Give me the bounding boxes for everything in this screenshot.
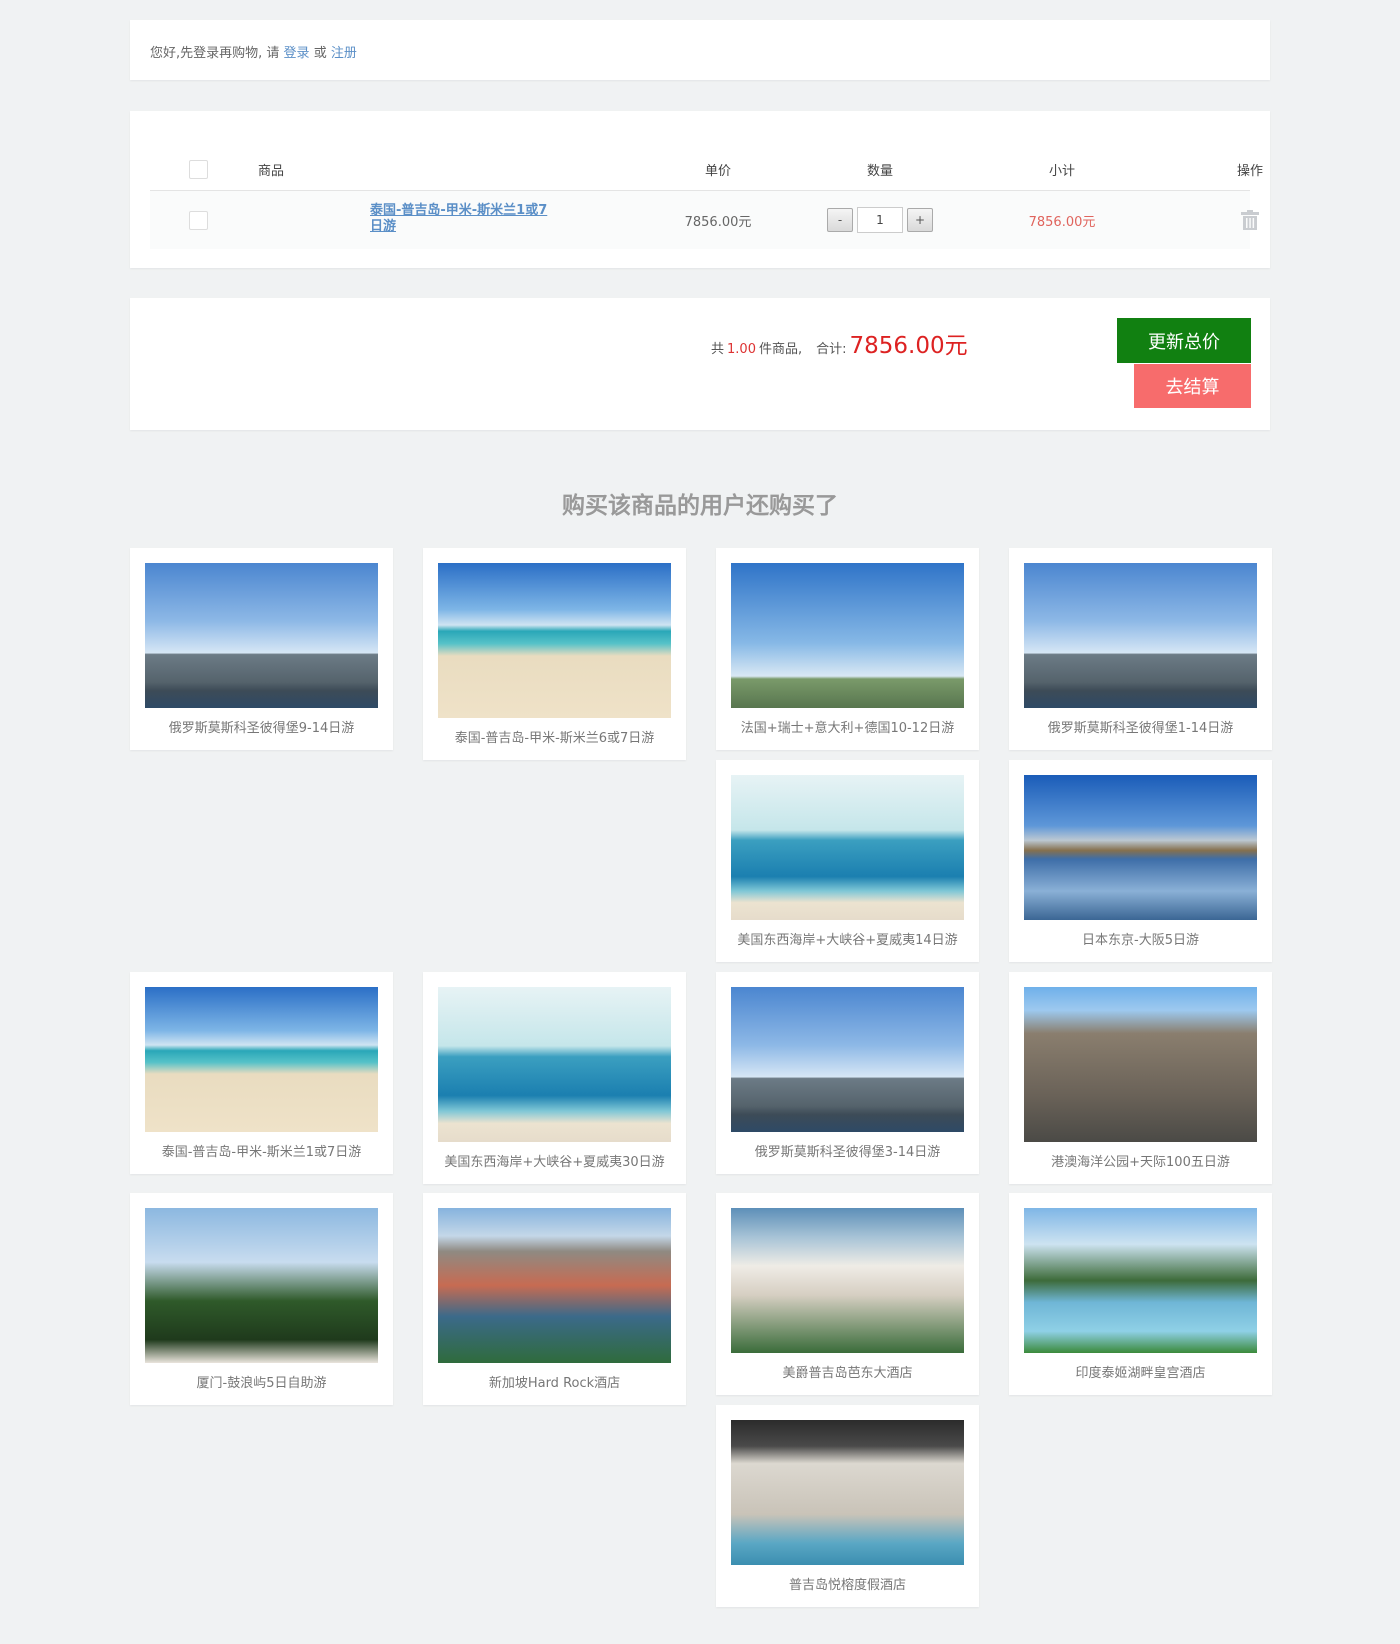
recommendation-image[interactable] xyxy=(438,563,671,718)
recommendation-image[interactable] xyxy=(731,987,964,1132)
cart-item-row: 泰国-普吉岛-甲米-斯米兰1或7日游 7856.00元 - + 7856.00元 xyxy=(150,191,1259,249)
recommendation-card[interactable]: 俄罗斯莫斯科圣彼得堡1-14日游 xyxy=(1009,548,1272,750)
cart-item-subtotal: 7856.00元 xyxy=(1028,214,1096,230)
recommendation-card[interactable]: 港澳海洋公园+天际100五日游 xyxy=(1009,972,1272,1184)
recommendation-caption[interactable]: 日本东京-大阪5日游 xyxy=(1009,929,1272,948)
recommendation-card[interactable]: 新加坡Hard Rock酒店 xyxy=(423,1193,686,1405)
item-select-cell xyxy=(189,191,208,249)
update-total-button[interactable]: 更新总价 xyxy=(1117,318,1251,363)
select-all-checkbox[interactable] xyxy=(189,160,208,179)
register-link[interactable]: 注册 xyxy=(331,46,357,61)
recommendation-image[interactable] xyxy=(145,1208,378,1363)
cart-item-price: 7856.00元 xyxy=(684,214,752,230)
recommendation-caption[interactable]: 俄罗斯莫斯科圣彼得堡3-14日游 xyxy=(716,1141,979,1160)
recommendation-image[interactable] xyxy=(731,1420,964,1565)
recommendation-card[interactable]: 美国东西海岸+大峡谷+夏威夷14日游 xyxy=(716,760,979,962)
recommendation-caption[interactable]: 美爵普吉岛芭东大酒店 xyxy=(716,1362,979,1381)
quantity-stepper: - + xyxy=(810,191,950,249)
delete-cell xyxy=(1210,191,1290,249)
recommendation-caption[interactable]: 新加坡Hard Rock酒店 xyxy=(423,1372,686,1391)
recommendation-card[interactable]: 俄罗斯莫斯科圣彼得堡3-14日游 xyxy=(716,972,979,1174)
recommendation-caption[interactable]: 港澳海洋公园+天际100五日游 xyxy=(1009,1151,1272,1170)
recommendation-caption[interactable]: 美国东西海岸+大峡谷+夏威夷14日游 xyxy=(716,929,979,948)
login-notice: 您好,先登录再购物, 请 登录 或 注册 xyxy=(130,20,1270,80)
recommendation-card[interactable]: 日本东京-大阪5日游 xyxy=(1009,760,1272,962)
recommendation-image[interactable] xyxy=(438,1208,671,1363)
recommendation-card[interactable]: 厦门-鼓浪屿5日自助游 xyxy=(130,1193,393,1405)
recommendation-card[interactable]: 普吉岛悦榕度假酒店 xyxy=(716,1405,979,1607)
select-all-cell xyxy=(189,149,208,190)
header-product: 商品 xyxy=(258,164,285,179)
recommendation-image[interactable] xyxy=(145,987,378,1132)
recommendation-caption[interactable]: 普吉岛悦榕度假酒店 xyxy=(716,1574,979,1593)
cart-summary: 共 1.00 件商品, 合计: 7856.00元 更新总价 去结算 xyxy=(130,298,1270,430)
recommendation-caption[interactable]: 法国+瑞士+意大利+德国10-12日游 xyxy=(716,717,979,736)
recommendation-caption[interactable]: 俄罗斯莫斯科圣彼得堡1-14日游 xyxy=(1009,717,1272,736)
quantity-input[interactable] xyxy=(857,207,903,233)
summary-total-label: 合计: xyxy=(816,342,847,357)
item-checkbox[interactable] xyxy=(189,210,208,230)
recommendation-image[interactable] xyxy=(1024,563,1257,708)
recommendation-caption[interactable]: 泰国-普吉岛-甲米-斯米兰1或7日游 xyxy=(130,1141,393,1160)
recommendation-image[interactable] xyxy=(731,1208,964,1353)
cart-item-name[interactable]: 泰国-普吉岛-甲米-斯米兰1或7日游 xyxy=(370,203,550,235)
cart-table: 商品 单价 数量 小计 操作 泰国-普吉岛-甲米-斯米兰1或7日游 7856.0… xyxy=(130,111,1270,268)
summary-count-prefix: 共 xyxy=(711,342,725,357)
decrease-quantity-button[interactable]: - xyxy=(827,208,853,232)
summary-text: 共 1.00 件商品, 合计: 7856.00元 xyxy=(711,326,968,360)
recommendation-caption[interactable]: 俄罗斯莫斯科圣彼得堡9-14日游 xyxy=(130,717,393,736)
recommendation-image[interactable] xyxy=(1024,987,1257,1142)
recommendation-caption[interactable]: 泰国-普吉岛-甲米-斯米兰6或7日游 xyxy=(423,727,686,746)
recommendation-card[interactable]: 泰国-普吉岛-甲米-斯米兰1或7日游 xyxy=(130,972,393,1174)
recommendation-card[interactable]: 印度泰姬湖畔皇宫酒店 xyxy=(1009,1193,1272,1395)
recommendation-card[interactable]: 美爵普吉岛芭东大酒店 xyxy=(716,1193,979,1395)
header-quantity: 数量 xyxy=(866,164,893,179)
recommendation-image[interactable] xyxy=(1024,775,1257,920)
summary-item-count: 1.00 xyxy=(727,342,756,357)
summary-count-suffix: 件商品, xyxy=(758,342,803,357)
recommendation-image[interactable] xyxy=(1024,1208,1257,1353)
login-notice-text: 您好,先登录再购物, 请 xyxy=(150,46,280,61)
recommendation-image[interactable] xyxy=(731,775,964,920)
recommendation-card[interactable]: 美国东西海岸+大峡谷+夏威夷30日游 xyxy=(423,972,686,1184)
summary-total: 7856.00元 xyxy=(849,333,968,359)
recommendation-caption[interactable]: 厦门-鼓浪屿5日自助游 xyxy=(130,1372,393,1391)
header-subtotal: 小计 xyxy=(1048,164,1075,179)
recommendations-title: 购买该商品的用户还购买了 xyxy=(562,493,838,519)
login-link[interactable]: 登录 xyxy=(284,46,310,61)
recommendation-card[interactable]: 泰国-普吉岛-甲米-斯米兰6或7日游 xyxy=(423,548,686,760)
increase-quantity-button[interactable]: + xyxy=(907,208,933,232)
recommendation-card[interactable]: 法国+瑞士+意大利+德国10-12日游 xyxy=(716,548,979,750)
trash-icon[interactable] xyxy=(1241,210,1259,230)
header-price: 单价 xyxy=(704,164,731,179)
header-action: 操作 xyxy=(1236,164,1263,179)
recommendation-caption[interactable]: 印度泰姬湖畔皇宫酒店 xyxy=(1009,1362,1272,1381)
checkout-button[interactable]: 去结算 xyxy=(1134,364,1251,408)
login-notice-or: 或 xyxy=(313,46,327,61)
cart-header-row: 商品 单价 数量 小计 操作 xyxy=(150,149,1263,191)
recommendation-image[interactable] xyxy=(438,987,671,1142)
recommendation-card[interactable]: 俄罗斯莫斯科圣彼得堡9-14日游 xyxy=(130,548,393,750)
recommendation-caption[interactable]: 美国东西海岸+大峡谷+夏威夷30日游 xyxy=(423,1151,686,1170)
recommendation-image[interactable] xyxy=(145,563,378,708)
recommendation-image[interactable] xyxy=(731,563,964,708)
